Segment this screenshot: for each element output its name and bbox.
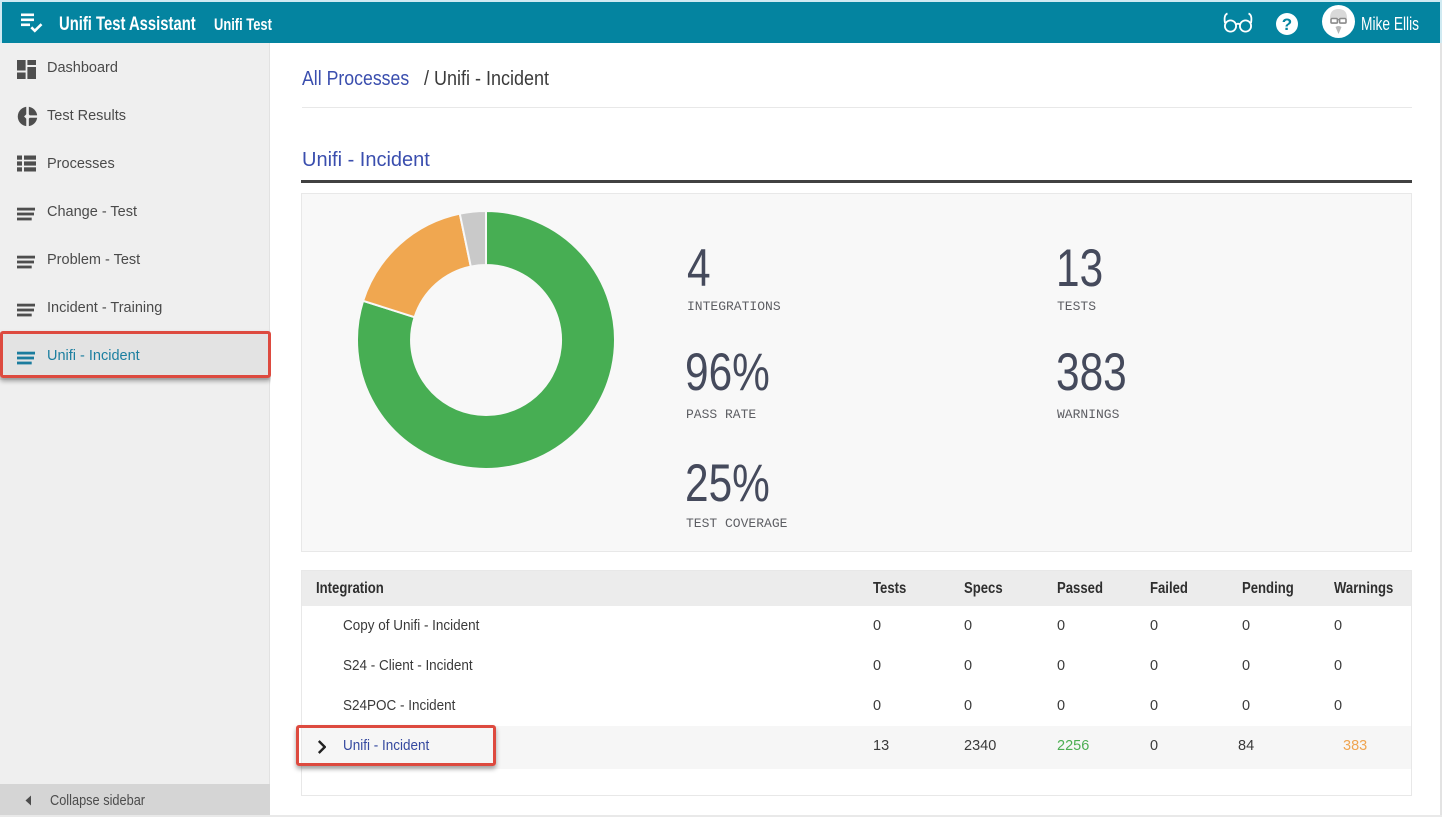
svg-text:?: ? — [1282, 15, 1292, 34]
